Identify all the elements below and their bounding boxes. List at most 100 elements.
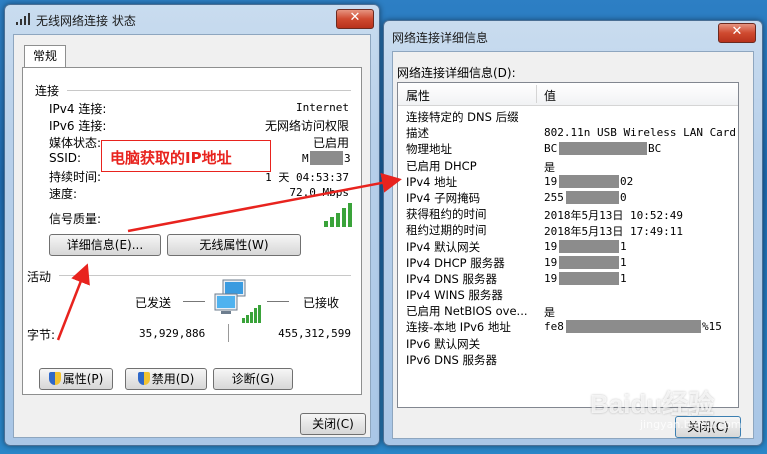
details-row-property: 获得租约的时间 (406, 207, 487, 222)
details-row-value-end: 1 (620, 255, 627, 269)
status-close-button-label: 关闭(C) (312, 417, 354, 431)
uac-shield-icon (137, 372, 150, 385)
details-titlebar[interactable]: 网络连接详细信息 ✕ (384, 21, 762, 49)
activity-divider (59, 275, 351, 276)
details-row-value-end: 1 (620, 271, 627, 285)
details-row-value: 19 (544, 239, 558, 253)
details-row[interactable]: IPv6 DNS 服务器 (398, 352, 738, 368)
details-row-property: 连接特定的 DNS 后缀 (406, 110, 519, 124)
disable-button-label: 禁用(D) (151, 372, 195, 386)
details-row-value: 19 (544, 255, 558, 269)
bytes-label: 字节: (27, 328, 56, 342)
tab-general[interactable]: 常规 (24, 45, 66, 68)
details-row[interactable]: IPv4 默认网关 19 1 (398, 239, 738, 255)
sent-line (183, 301, 205, 302)
details-row[interactable]: 已启用 NetBIOS ove... 是 (398, 303, 738, 319)
ipv6-conn-label: IPv6 连接: (49, 119, 107, 133)
diagnose-button-label: 诊断(G) (231, 372, 275, 386)
details-row[interactable]: 租约过期的时间 2018年5月13日 17:49:11 (398, 222, 738, 238)
wireless-properties-button[interactable]: 无线属性(W) (167, 234, 301, 256)
details-row-value-end: 0 (620, 190, 627, 204)
ipv4-conn-label: IPv4 连接: (49, 102, 107, 116)
details-row-redaction (559, 239, 619, 253)
column-header-divider[interactable] (536, 85, 537, 103)
details-row[interactable]: IPv4 子网掩码 255 0 (398, 190, 738, 206)
annotation-text: 电脑获取的IP地址 (110, 149, 232, 167)
details-row[interactable]: IPv4 DHCP 服务器 19 1 (398, 255, 738, 271)
baidu-watermark: Baidu经验 (590, 384, 714, 421)
details-row[interactable]: 连接-本地 IPv6 地址 fe8 %15 (398, 319, 738, 335)
details-row[interactable]: 描述 802.11n USB Wireless LAN Card (398, 125, 738, 141)
sent-bytes-value: 35,929,886 (139, 327, 206, 340)
details-row-redaction (559, 255, 619, 269)
details-row[interactable]: IPv4 地址 19 02 (398, 174, 738, 190)
media-state-value: 已启用 (312, 136, 349, 150)
details-row[interactable]: IPv4 DNS 服务器 19 1 (398, 271, 738, 287)
status-titlebar[interactable]: 无线网络连接 状态 ✕ (5, 5, 379, 33)
status-window: 无线网络连接 状态 ✕ 常规 连接 IPv4 连接: Internet IPv6… (4, 4, 380, 446)
details-row-property: IPv4 DHCP 服务器 (406, 255, 505, 270)
annotation-callout: 电脑获取的IP地址 (101, 140, 271, 172)
details-row-redaction (559, 174, 619, 188)
details-row-property: IPv6 默认网关 (406, 336, 481, 351)
details-row-property: 物理地址 (406, 142, 452, 157)
details-row[interactable]: 物理地址 BC BC (398, 141, 738, 157)
details-row[interactable]: 已启用 DHCP 是 (398, 158, 738, 174)
uac-shield-icon (48, 372, 61, 385)
details-row-value: 是 (544, 306, 555, 320)
connection-divider (67, 90, 351, 91)
details-row-redaction (559, 271, 619, 285)
details-row-property: IPv4 子网掩码 (406, 190, 481, 205)
baidu-url-text: jingyan.baidu.com (640, 418, 742, 431)
details-row[interactable]: 获得租约的时间 2018年5月13日 10:52:49 (398, 206, 738, 222)
activity-signal-icon (242, 305, 261, 323)
properties-button-label: 属性(P) (62, 372, 104, 386)
details-row-value: 19 (544, 174, 558, 188)
details-close-x-button[interactable]: ✕ (718, 23, 756, 43)
details-list-caption: 网络连接详细信息(D): (397, 66, 516, 80)
status-client-area: 常规 连接 IPv4 连接: Internet IPv6 连接: 无网络访问权限… (13, 34, 371, 438)
details-row-property: 已启用 NetBIOS ove... (406, 304, 528, 319)
status-close-button[interactable]: 关闭(C) (300, 413, 366, 435)
details-row-property: IPv4 DNS 服务器 (406, 271, 498, 286)
details-row-value: 19 (544, 271, 558, 285)
details-list[interactable]: 属性 值 连接特定的 DNS 后缀 描述 802.11n USB Wireless … (397, 82, 739, 408)
details-row-value-end: 02 (620, 174, 634, 188)
details-row-value-end: BC (648, 142, 662, 156)
details-row[interactable]: IPv4 WINS 服务器 (398, 287, 738, 303)
column-header-property[interactable]: 属性 (406, 87, 430, 104)
details-row-value: 2018年5月13日 10:52:49 (544, 209, 683, 223)
ipv6-conn-value: 无网络访问权限 (264, 119, 349, 133)
received-label: 已接收 (303, 296, 340, 310)
details-row-redaction (566, 320, 701, 334)
details-row-property: IPv6 DNS 服务器 (406, 352, 498, 367)
speed-value: 72.0 Mbps (289, 186, 349, 199)
ssid-value-start: M (302, 152, 309, 165)
details-row-property: IPv4 默认网关 (406, 239, 481, 254)
wireless-network-icon (16, 13, 30, 25)
details-window-title: 网络连接详细信息 (392, 31, 489, 45)
status-close-x-button[interactable]: ✕ (336, 9, 374, 29)
details-row-value-end: 1 (620, 239, 627, 253)
sent-label: 已发送 (135, 296, 172, 310)
details-row-value: 是 (544, 160, 555, 174)
disable-button[interactable]: 禁用(D) (125, 368, 207, 390)
diagnose-button[interactable]: 诊断(G) (213, 368, 293, 390)
wireless-properties-button-label: 无线属性(W) (199, 238, 269, 252)
details-row-property: IPv4 WINS 服务器 (406, 288, 503, 303)
duration-value: 1 天 04:53:37 (265, 171, 349, 184)
signal-quality-label: 信号质量: (49, 212, 102, 226)
properties-button[interactable]: 属性(P) (39, 368, 113, 390)
details-row[interactable]: IPv6 默认网关 (398, 336, 738, 352)
duration-label: 持续时间: (49, 170, 102, 184)
bytes-divider (228, 324, 229, 342)
details-list-header: 属性 值 (398, 83, 738, 106)
details-row[interactable]: 连接特定的 DNS 后缀 (398, 109, 738, 125)
column-header-value[interactable]: 值 (544, 87, 556, 104)
status-window-title: 无线网络连接 状态 (36, 14, 136, 28)
details-row-property: 租约过期的时间 (406, 223, 487, 238)
details-row-redaction (559, 142, 647, 156)
details-button[interactable]: 详细信息(E)... (49, 234, 161, 256)
details-row-redaction (566, 190, 619, 204)
details-row-value: 802.11n USB Wireless LAN Card (544, 126, 737, 140)
